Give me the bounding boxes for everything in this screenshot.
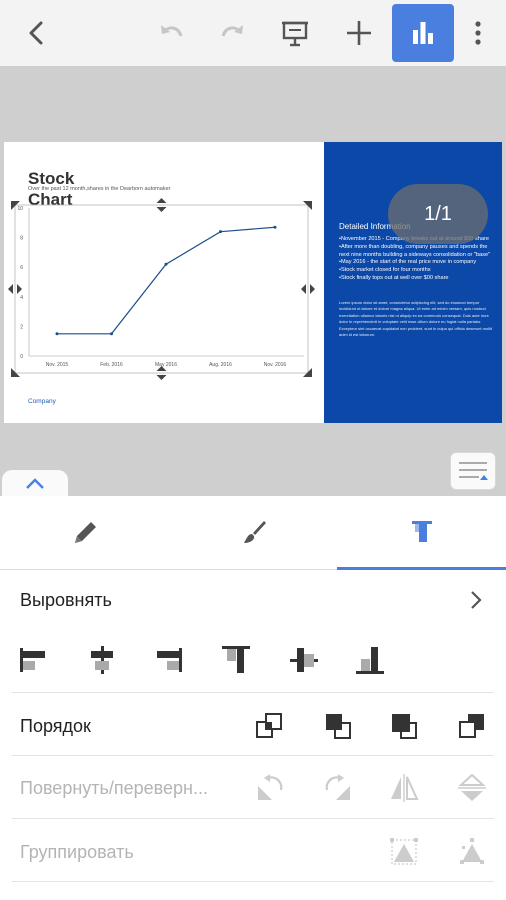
group-icon	[390, 838, 418, 865]
divider	[12, 881, 494, 882]
collapse-panel-button[interactable]	[2, 470, 68, 497]
pencil-icon	[74, 522, 96, 543]
stock-line-chart[interactable]: 0 2 4 6 8 10 Nov. 2015 Feb. 2016 May 2016 Aug. 20…	[4, 142, 324, 423]
align-expand-button[interactable]	[458, 582, 494, 618]
divider	[12, 755, 494, 756]
chart-data-point	[110, 332, 113, 336]
page-indicator: 1/1	[388, 184, 488, 244]
notes-icon	[459, 462, 488, 480]
chart-y-tick-label: 0	[20, 354, 23, 360]
group-label: Группировать	[20, 842, 134, 862]
flip-horizontal-icon	[391, 774, 419, 802]
flip-vertical-icon	[458, 773, 486, 801]
bring-forward-button[interactable]	[252, 708, 288, 744]
chevron-right-icon	[471, 591, 482, 609]
group-button[interactable]	[386, 834, 422, 870]
top-toolbar	[0, 0, 506, 66]
align-left-icon	[20, 648, 45, 672]
chart-y-tick-label: 10	[17, 206, 23, 212]
slide-canvas[interactable]: Stock Chart Over the past 12 month,share…	[0, 66, 506, 497]
company-label: Company	[28, 398, 56, 405]
ungroup-icon	[460, 838, 484, 864]
chart-y-tick-label: 6	[20, 265, 23, 271]
more-vert-icon	[475, 21, 481, 45]
bring-to-front-icon	[326, 714, 351, 739]
chart-data-point	[55, 332, 59, 336]
lorem-paragraph: Lorem ipsum dolor sit amet, consectetur …	[339, 300, 492, 338]
detail-item: •Stock finally tops out at well over $00…	[339, 274, 449, 281]
tab-pen[interactable]	[0, 496, 169, 570]
chart-selection-frame	[14, 204, 309, 374]
chart-data-point	[219, 230, 222, 234]
bring-forward-icon	[256, 713, 282, 738]
rotate-left-icon	[258, 774, 283, 800]
flip-vertical-button[interactable]	[454, 770, 490, 806]
detail-item: •May 2016 - the start of the real price …	[339, 259, 477, 266]
chart-tools-button[interactable]	[392, 4, 454, 62]
flip-horizontal-button[interactable]	[386, 770, 422, 806]
send-to-back-button[interactable]	[454, 708, 490, 744]
align-right-icon	[157, 648, 182, 672]
tab-arrange[interactable]	[337, 496, 506, 570]
align-middle-icon	[290, 648, 318, 672]
resize-handle-icon[interactable]	[303, 368, 312, 377]
undo-button[interactable]	[142, 4, 200, 62]
align-top-button[interactable]	[218, 642, 254, 678]
chart-x-tick-label: Aug. 2016	[209, 362, 232, 368]
add-icon	[347, 21, 371, 45]
undo-icon	[161, 25, 183, 37]
send-backward-button[interactable]	[386, 708, 422, 744]
presentation-icon	[282, 21, 308, 47]
chart-y-tick-label: 4	[20, 295, 23, 301]
chart-x-tick-label: Nov. 2015	[46, 362, 69, 368]
back-arrow-icon	[29, 21, 43, 45]
divider	[12, 692, 494, 693]
chevron-up-icon	[26, 477, 44, 489]
align-center-horizontal-button[interactable]	[84, 642, 120, 678]
format-tabs	[0, 496, 506, 570]
rotate-left-button[interactable]	[252, 770, 288, 806]
align-bottom-icon	[356, 647, 384, 674]
resize-handle-icon[interactable]	[303, 201, 312, 210]
more-options-button[interactable]	[452, 4, 504, 62]
format-panel: Выровнять Порядок Повернуть/переверн...	[0, 496, 506, 900]
order-label: Порядок	[20, 716, 91, 736]
chart-x-tick-label: Nov. 2016	[264, 362, 287, 368]
align-label[interactable]: Выровнять	[20, 590, 112, 611]
divider	[12, 818, 494, 819]
chart-data-point	[273, 225, 277, 229]
slideshow-button[interactable]	[266, 4, 324, 62]
chart-bar-icon	[413, 22, 433, 44]
detail-item: •Stock market closed for four months	[339, 267, 431, 274]
rotate-right-button[interactable]	[320, 770, 356, 806]
send-backward-icon	[392, 714, 417, 739]
chart-series-line	[57, 226, 276, 335]
align-center-icon	[91, 646, 113, 674]
chart-x-tick-label: May 2016	[155, 362, 177, 368]
resize-handle-icon[interactable]	[11, 368, 20, 377]
ungroup-button[interactable]	[454, 834, 490, 870]
detail-item: •After more than doubling, company pause…	[339, 243, 491, 258]
chart-data-point	[164, 262, 168, 266]
send-to-back-icon	[459, 714, 484, 738]
brush-icon	[243, 521, 266, 543]
notes-button[interactable]	[450, 452, 496, 490]
chart-y-tick-label: 8	[20, 236, 23, 242]
align-top-icon	[411, 520, 432, 542]
chart-x-tick-label: Feb. 2016	[100, 362, 123, 368]
redo-button[interactable]	[204, 4, 262, 62]
back-button[interactable]	[8, 4, 66, 62]
rotate-flip-label: Повернуть/переверн...	[20, 778, 208, 798]
align-bottom-button[interactable]	[352, 642, 388, 678]
add-button[interactable]	[330, 4, 388, 62]
chart-y-tick-label: 2	[20, 324, 23, 330]
align-top-icon	[222, 646, 250, 673]
tab-brush[interactable]	[169, 496, 338, 570]
align-left-button[interactable]	[16, 642, 52, 678]
bring-to-front-button[interactable]	[320, 708, 356, 744]
rotate-right-icon	[325, 774, 350, 800]
align-right-button[interactable]	[150, 642, 186, 678]
redo-icon	[221, 25, 243, 37]
align-middle-button[interactable]	[286, 642, 322, 678]
